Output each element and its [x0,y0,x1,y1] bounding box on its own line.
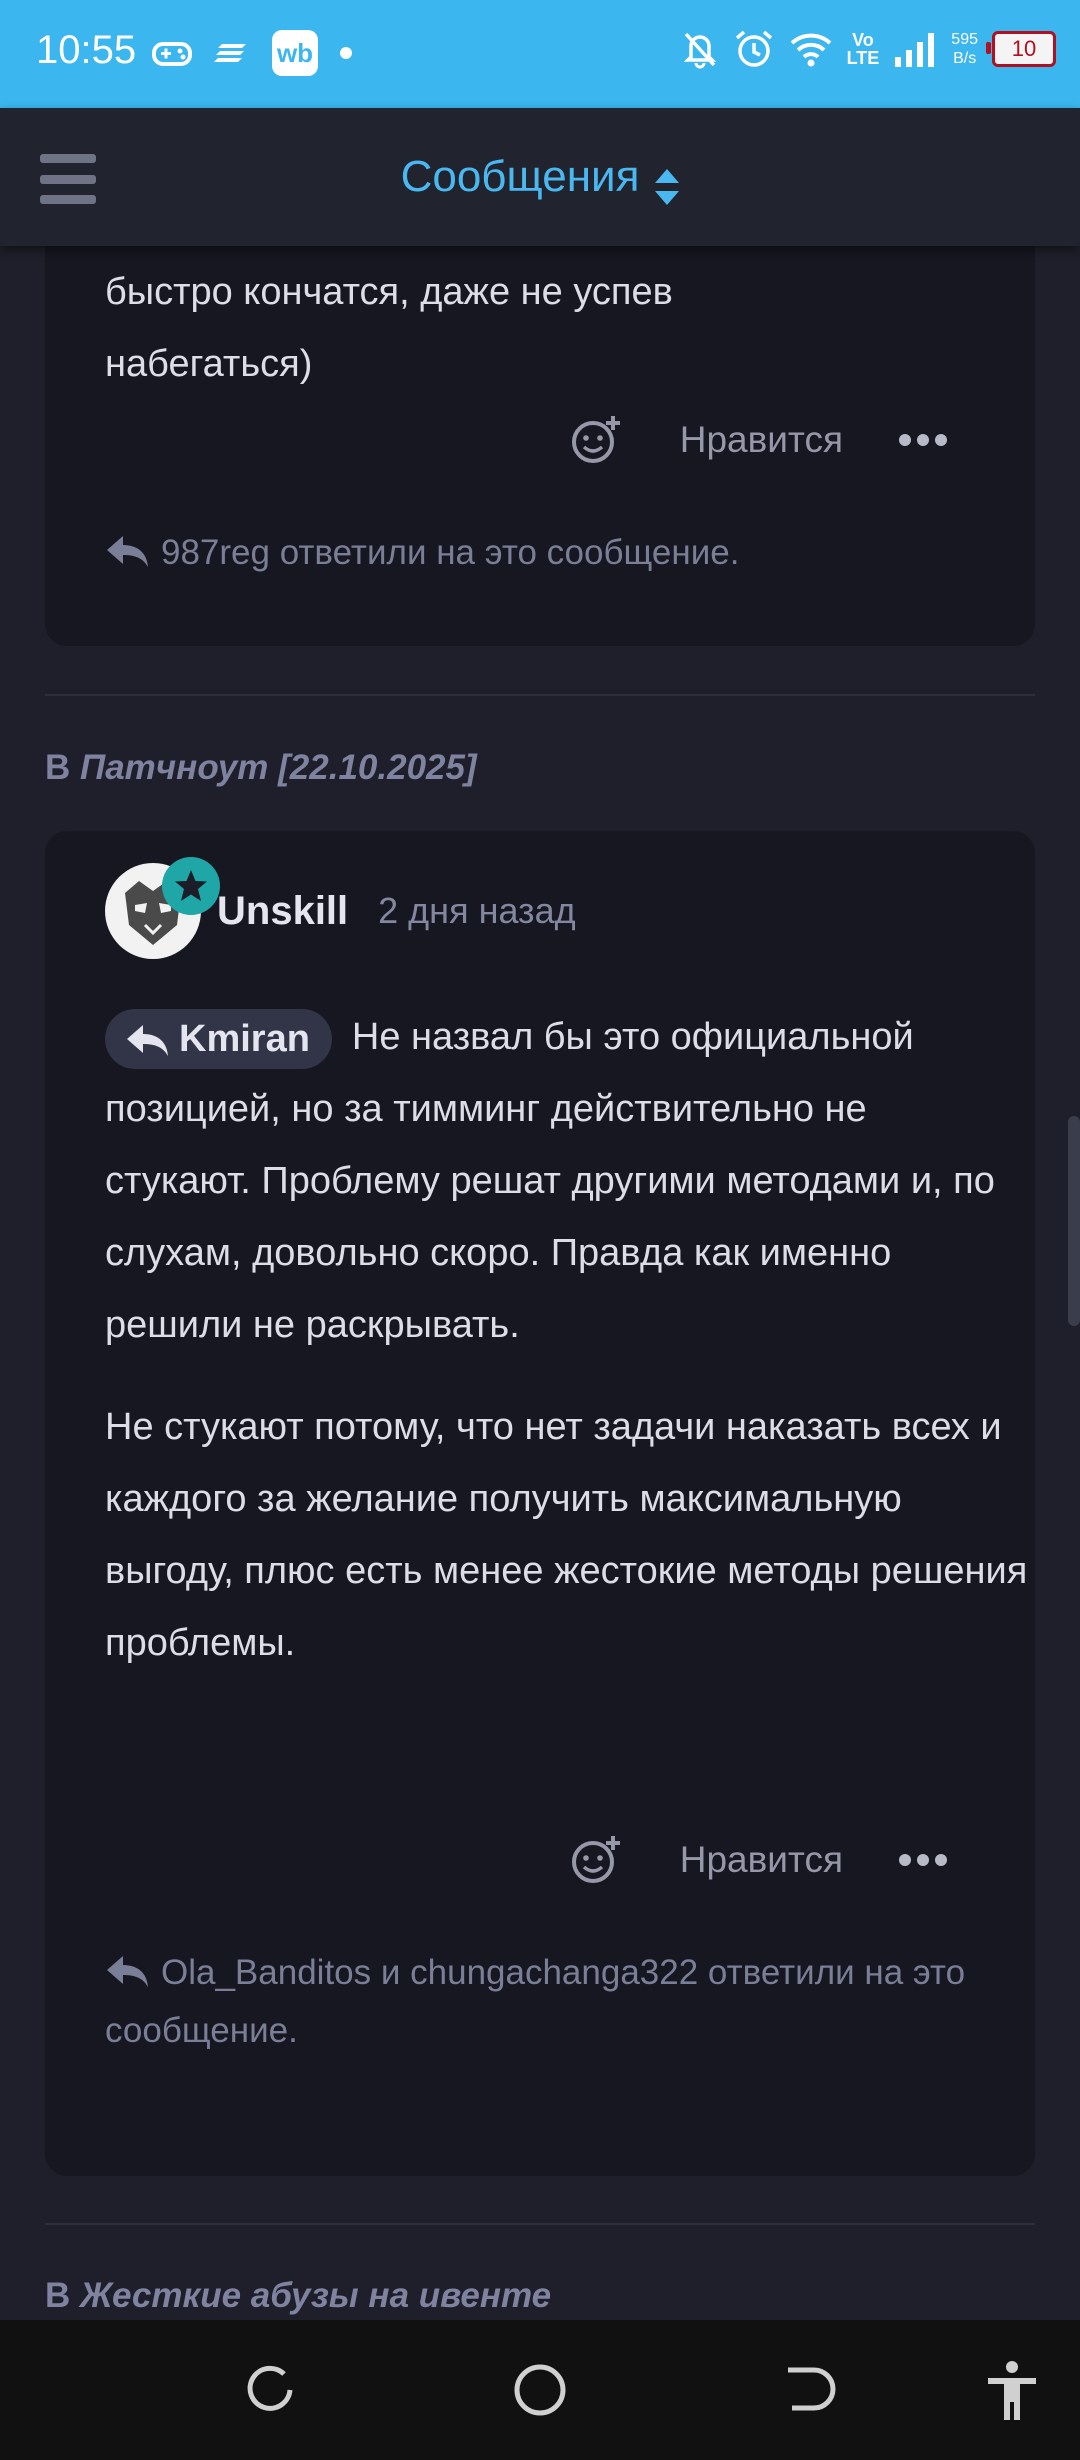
wifi-icon [790,33,831,67]
thread-prefix: В [45,2276,71,2315]
notification-dot [340,47,352,59]
replied-text: 987reg ответили на это сообщение. [161,533,740,572]
replied-notice[interactable]: 987reg ответили на это сообщение. [105,524,1005,582]
post-actions: Нравится [570,1834,947,1886]
post-body: быстро кончатся, даже не успев набегатьс… [105,256,1005,400]
avatar[interactable] [105,857,220,959]
thread-title: Патчноут [22.10.2025] [80,748,477,787]
post-card: Unskill 2 дня назад Kmiran Не назвал бы э… [45,831,1035,2176]
post-paragraph: Не стукают потому, что нет задачи наказа… [105,1406,1028,1664]
wb-label: wb [276,37,314,68]
divider [45,2223,1035,2225]
volte-icon: Vo LTE [847,31,880,67]
add-reaction-icon[interactable] [570,1834,622,1886]
header-title-button[interactable]: Сообщения [0,152,1080,207]
reply-arrow-icon [127,1024,168,1056]
replied-text: Ola_Banditos и chungachanga322 ответили … [105,1953,966,2050]
battery-level: 10 [1011,36,1037,61]
battery-icon: 10 [986,31,1056,67]
star-icon [175,870,207,901]
more-options-icon[interactable] [899,434,947,446]
quote-author: Kmiran [179,1017,310,1060]
status-bar: 10:55 wb Vo LTE 595 B/s 10 [0,0,1080,108]
post-body: Kmiran Не назвал бы это официальной позиц… [105,1001,1005,1361]
recents-icon[interactable] [240,2360,300,2420]
reply-arrow-icon [107,1956,148,1987]
post-text-line: быстро кончатся, даже не успев [105,271,673,313]
divider [45,694,1035,696]
volte-bottom: LTE [846,48,880,68]
speed-value: 595 [951,31,978,48]
more-options-icon[interactable] [899,1854,947,1866]
wb-app-icon: wb [272,30,318,76]
volte-top: Vo [852,30,874,50]
like-button[interactable]: Нравится [680,1839,843,1881]
staff-badge [162,857,220,915]
status-time: 10:55 [36,28,137,72]
accessibility-icon[interactable] [980,2358,1044,2422]
status-right-icons: Vo LTE 595 B/s 10 [681,28,1056,70]
app-header: Сообщения [0,108,1080,246]
post-card: быстро кончатся, даже не успев набегатьс… [45,246,1035,646]
speed-unit: B/s [953,50,977,67]
post-body: Не стукают потому, что нет задачи наказа… [105,1391,1035,1679]
like-button[interactable]: Нравится [680,419,843,461]
system-nav-bar [0,2320,1080,2460]
replied-notice[interactable]: Ola_Banditos и chungachanga322 ответили … [105,1944,1005,2060]
page-title: Сообщения [400,152,640,201]
messages-feed: быстро кончатся, даже не успев набегатьс… [0,246,1080,2320]
post-text-line: набегаться) [105,343,313,385]
thread-link[interactable]: В Патчноут [22.10.2025] [45,748,477,788]
home-icon[interactable] [510,2360,570,2420]
post-time[interactable]: 2 дня назад [378,890,575,932]
scrollbar[interactable] [1068,1116,1080,1326]
alarm-icon [735,30,772,67]
add-reaction-icon[interactable] [570,414,622,466]
layers-icon [214,44,246,62]
signal-icon [895,33,935,67]
post-actions: Нравится [570,414,947,466]
gamepad-icon [152,42,192,66]
post-author-row: Unskill 2 дня назад [105,857,576,961]
bell-off-icon [683,32,716,69]
status-left-icons: wb [152,30,352,76]
thread-link[interactable]: В Жесткие абузы на ивенте [45,2276,551,2316]
sort-icon [655,167,680,207]
quote-author-chip[interactable]: Kmiran [105,1008,332,1069]
network-speed: 595 B/s [951,30,978,68]
back-icon[interactable] [780,2360,840,2420]
thread-title: Жесткие абузы на ивенте [80,2276,552,2315]
thread-prefix: В [45,748,71,787]
reply-arrow-icon [107,536,148,567]
author-name[interactable]: Unskill [217,889,348,934]
